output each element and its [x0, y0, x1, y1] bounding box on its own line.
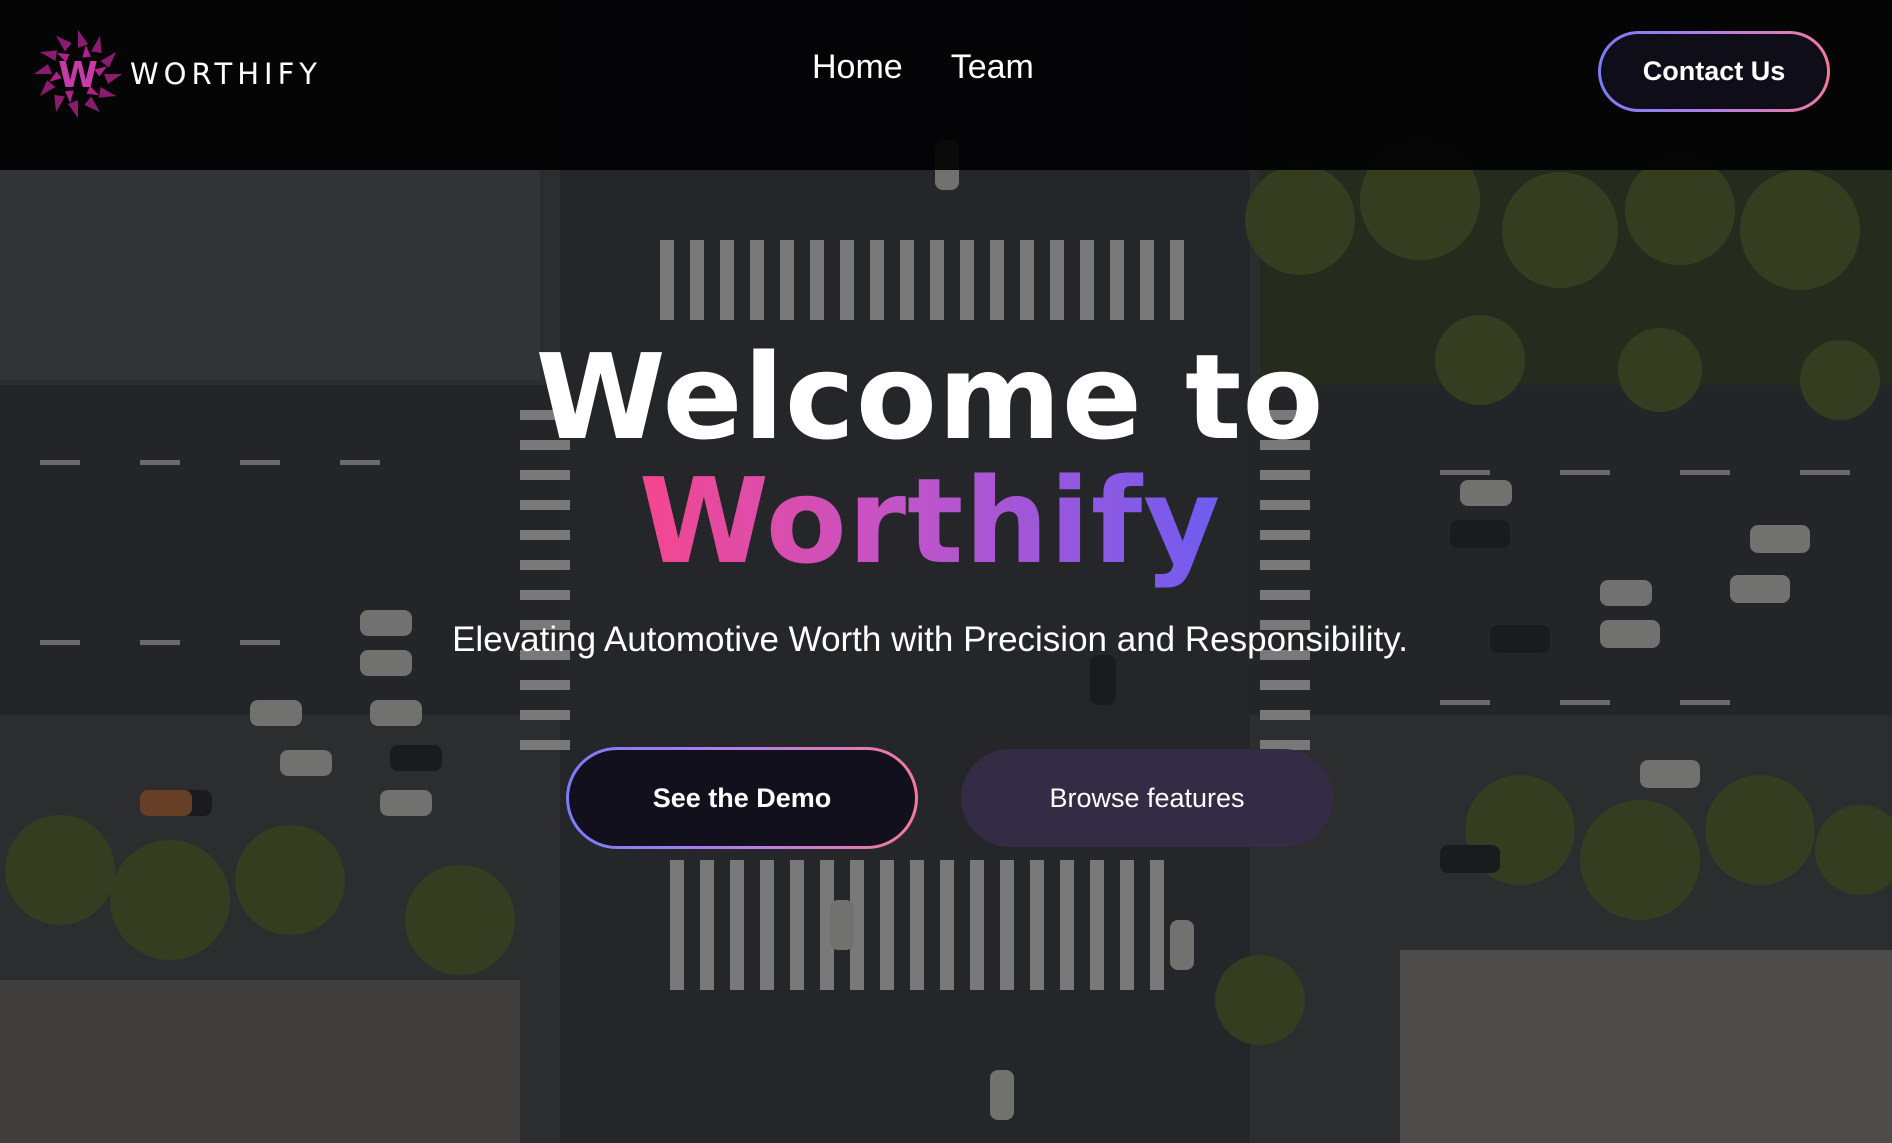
main-nav: Home Team [812, 48, 1034, 87]
hero-brand-word: Worthify [638, 452, 1222, 590]
hero-title-line-2: Worthify [0, 452, 1860, 590]
brand-name: WORTHIFY [130, 57, 323, 91]
nav-link-home[interactable]: Home [812, 48, 903, 87]
see-demo-button[interactable]: See the Demo [566, 747, 918, 849]
see-demo-label: See the Demo [569, 750, 915, 846]
hero-subtitle: Elevating Automotive Worth with Precisio… [452, 620, 1408, 659]
browse-features-button[interactable]: Browse features [961, 749, 1333, 847]
logo-letter: W [58, 55, 98, 96]
pinwheel-logo-icon: W [34, 30, 122, 118]
hero-section: Welcome to Worthify Elevating Automotive… [0, 0, 1892, 1143]
nav-link-team[interactable]: Team [951, 48, 1034, 87]
contact-us-label: Contact Us [1601, 34, 1827, 109]
top-navbar: W WORTHIFY Home Team Contact Us [0, 0, 1892, 170]
hero-title-line-1: Welcome to [535, 328, 1325, 466]
contact-us-button[interactable]: Contact Us [1598, 31, 1830, 112]
brand-logo[interactable]: W WORTHIFY [32, 28, 322, 120]
